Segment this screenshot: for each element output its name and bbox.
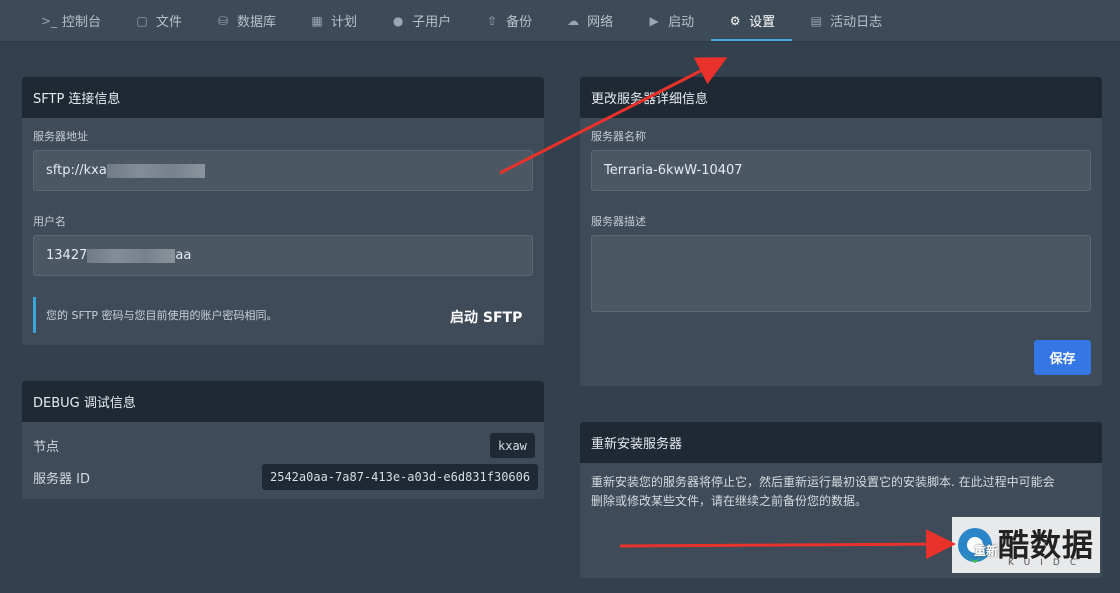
arrow-to-reinstall-button: [619, 529, 956, 560]
arrow-to-settings-tab: [499, 57, 728, 175]
annotation-arrows: [499, 57, 956, 560]
